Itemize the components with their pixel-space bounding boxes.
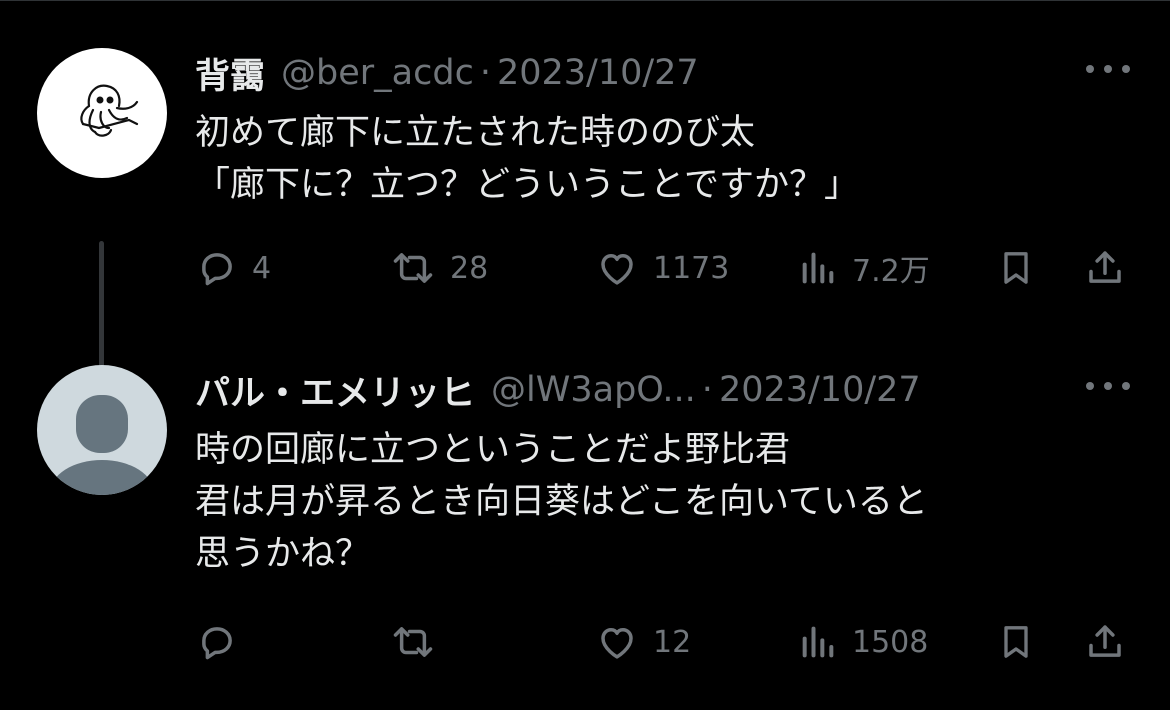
avatar[interactable] [37,48,167,178]
display-name[interactable]: 背靄 [195,48,265,99]
views-icon [802,626,834,658]
action-bar: 12 1508 [190,612,1140,672]
tweet-header: 背靄 @ber_acdc · 2023/10/27 [195,48,699,98]
reply-button[interactable]: 4 [196,238,271,298]
share-icon [1089,625,1121,657]
separator-dot: · [701,370,713,410]
like-count: 12 [653,624,692,660]
bookmark-icon [1004,626,1028,658]
share-button[interactable] [1084,238,1126,298]
action-bar: 4 28 1173 7.2万 [190,238,1140,298]
bookmark-button[interactable] [996,612,1036,672]
tweet-text-line: 初めて廊下に立たされた時ののび太 [195,113,756,153]
retweet-icon [393,253,433,283]
heart-icon [601,254,633,285]
reply-button[interactable] [196,612,252,672]
tweet-text-line: 思うかね？ [195,534,371,574]
views-button[interactable]: 1508 [798,612,928,672]
views-button[interactable]: 7.2万 [798,238,930,298]
squid-doodle-avatar-icon [80,84,139,137]
tweet-text-line: 「廊下に？立つ？どういうことですか？」 [195,165,859,205]
view-count: 1508 [852,624,929,660]
like-count: 1173 [653,250,730,286]
share-icon [1089,251,1121,283]
tweet-text: 初めて廊下に立たされた時ののび太 「廊下に？立つ？どういうことですか？」 [195,107,859,211]
views-icon [802,252,834,284]
avatar[interactable] [37,365,167,495]
top-divider [0,0,1170,13]
user-handle[interactable]: @ber_acdc [281,53,474,93]
timestamp[interactable]: 2023/10/27 [497,53,699,93]
tweet[interactable]: 背靄 @ber_acdc · 2023/10/27 初めて廊下に立たされた時のの… [0,45,1170,399]
reply-icon [202,253,232,286]
heart-icon [601,628,633,659]
reply-icon [202,627,232,660]
timestamp[interactable]: 2023/10/27 [719,370,921,410]
user-handle[interactable]: @lW3apO... [491,370,696,410]
like-button[interactable]: 12 [595,612,691,672]
retweet-button[interactable]: 28 [390,238,488,298]
retweet-icon [393,627,433,657]
view-count: 7.2万 [852,254,930,289]
share-button[interactable] [1084,612,1126,672]
bookmark-button[interactable] [996,238,1036,298]
tweet[interactable]: パル・エメリッヒ @lW3apO... · 2023/10/27 時の回廊に立つ… [0,362,1170,682]
tweet-header: パル・エメリッヒ @lW3apO... · 2023/10/27 [195,365,921,415]
default-profile-avatar-icon [50,395,154,495]
display-name[interactable]: パル・エメリッヒ [195,365,475,416]
tweet-text-line: 君は月が昇るとき向日葵はどこを向いていると [195,482,928,522]
like-button[interactable]: 1173 [595,238,729,298]
reply-count: 4 [252,250,272,286]
separator-dot: · [479,53,491,93]
more-dots-icon[interactable] [1086,57,1130,81]
retweet-count: 28 [450,250,489,286]
more-dots-icon[interactable] [1086,374,1130,398]
tweet-text: 時の回廊に立つということだよ野比君 君は月が昇るとき向日葵はどこを向いていると … [195,424,928,580]
bookmark-icon [1004,252,1028,284]
tweet-text-line: 時の回廊に立つということだよ野比君 [195,430,791,470]
retweet-button[interactable] [390,612,450,672]
